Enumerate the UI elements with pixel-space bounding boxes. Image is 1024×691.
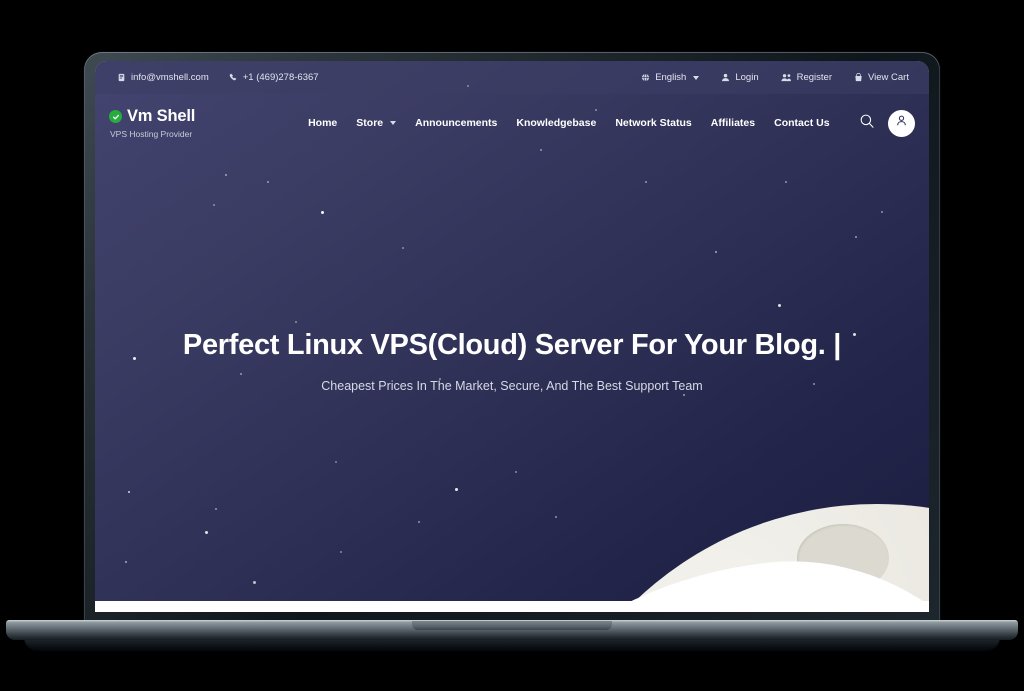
website-page: info@vmshell.com +1 (469)278-6367 Englis… [95, 61, 929, 612]
account-avatar-button[interactable] [888, 109, 915, 137]
user-circle-icon [895, 114, 908, 132]
green-check-icon [109, 110, 122, 123]
nav-item-knowledgebase-label: Knowledgebase [516, 117, 597, 129]
contact-phone[interactable]: +1 (469)278-6367 [229, 72, 319, 83]
screenshot-stage: info@vmshell.com +1 (469)278-6367 Englis… [0, 0, 1024, 691]
search-icon[interactable] [859, 113, 875, 134]
nav-item-home-label: Home [308, 117, 338, 129]
contact-email-text: info@vmshell.com [131, 72, 209, 83]
nav-item-announcements-label: Announcements [415, 117, 498, 129]
shopping-cart-icon [854, 73, 863, 82]
nav-item-contact-us-label: Contact Us [774, 117, 830, 129]
laptop-screen: info@vmshell.com +1 (469)278-6367 Englis… [95, 61, 929, 612]
nav-links: Home Store Announcements Knowledgebase N… [308, 117, 829, 129]
nav-item-affiliates[interactable]: Affiliates [711, 117, 755, 129]
login-label: Login [735, 72, 759, 83]
register-label: Register [796, 72, 832, 83]
nav-item-home[interactable]: Home [308, 117, 337, 129]
site-logo[interactable]: Vm Shell VPS Hosting Provider [109, 107, 195, 139]
user-icon [721, 73, 730, 82]
hero-title: Perfect Linux VPS(Cloud) Server For Your… [182, 329, 842, 361]
brand-name: Vm Shell [127, 107, 196, 125]
hero-section: info@vmshell.com +1 (469)278-6367 Englis… [95, 61, 929, 601]
language-selector[interactable]: English [641, 72, 700, 83]
utility-topbar: info@vmshell.com +1 (469)278-6367 Englis… [95, 61, 929, 94]
nav-item-store-label: Store [356, 117, 384, 129]
nav-item-network-status-label: Network Status [615, 117, 692, 129]
nav-item-announcements[interactable]: Announcements [415, 117, 497, 129]
contact-email[interactable]: info@vmshell.com [117, 72, 209, 83]
main-navbar: Vm Shell VPS Hosting Provider Home Store [95, 94, 929, 152]
globe-icon [641, 73, 650, 82]
register-link[interactable]: Register [781, 72, 832, 83]
view-cart-link[interactable]: View Cart [854, 72, 909, 83]
nav-item-knowledgebase[interactable]: Knowledgebase [516, 117, 596, 129]
users-icon [781, 73, 792, 82]
topbar-contact-group: info@vmshell.com +1 (469)278-6367 [117, 72, 319, 83]
page-bottom-strip [95, 601, 929, 612]
language-label: English [655, 72, 687, 83]
topbar-actions-group: English Login Register View Cart [641, 72, 909, 83]
envelope-icon [117, 73, 126, 82]
chevron-down-icon [693, 75, 700, 80]
brand-tagline: VPS Hosting Provider [110, 129, 193, 139]
login-link[interactable]: Login [721, 72, 759, 83]
nav-item-network-status[interactable]: Network Status [615, 117, 691, 129]
nav-item-store[interactable]: Store [356, 117, 397, 129]
nav-actions [859, 109, 915, 137]
nav-item-contact-us[interactable]: Contact Us [774, 117, 829, 129]
bottom-wave-left [95, 577, 401, 601]
phone-icon [229, 73, 238, 82]
cart-label: View Cart [867, 72, 909, 83]
brand-row: Vm Shell [109, 107, 195, 126]
contact-phone-text: +1 (469)278-6367 [242, 72, 319, 83]
chevron-down-icon [390, 121, 397, 125]
laptop-base-notch [412, 621, 612, 630]
nav-item-affiliates-label: Affiliates [710, 117, 756, 129]
hero-subtitle: Cheapest Prices In The Market, Secure, A… [321, 379, 703, 394]
hero-copy: Perfect Linux VPS(Cloud) Server For Your… [95, 329, 929, 393]
